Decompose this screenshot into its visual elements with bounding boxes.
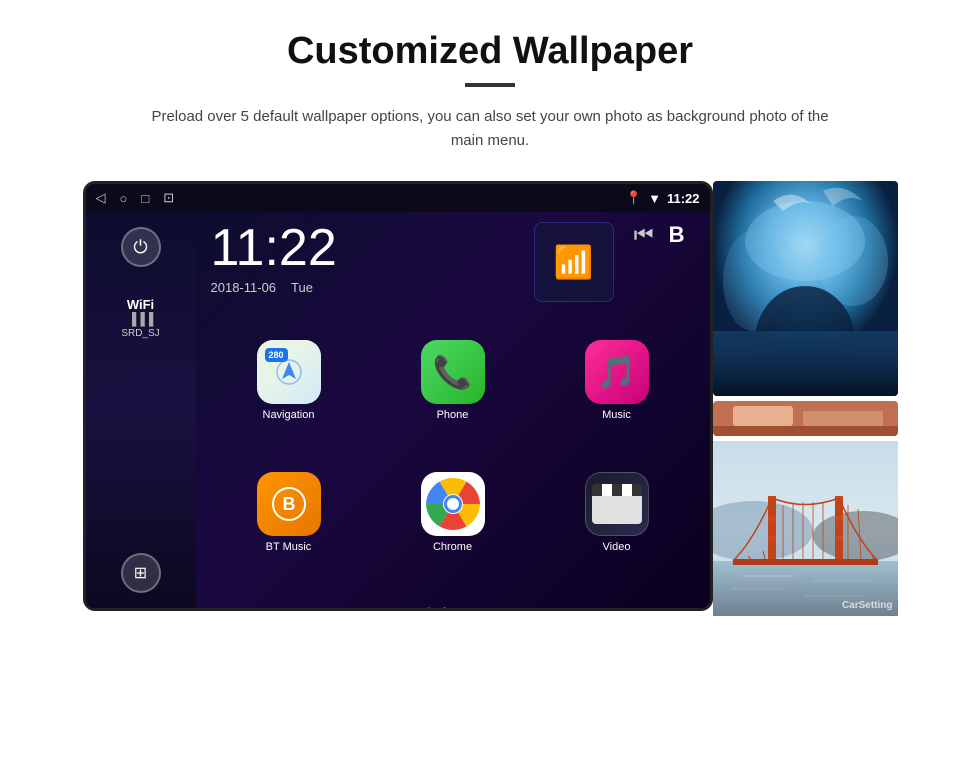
media-controls: ⏮ B <box>624 222 695 248</box>
wifi-bars-icon: ▐▐▐ <box>128 312 154 326</box>
wifi-widget[interactable]: 📶 <box>534 222 614 302</box>
device-mockup: ◁ ○ □ ⊡ 📍 ▼ 11:22 ⏻ <box>83 181 713 611</box>
media-track-label[interactable]: B <box>669 222 685 248</box>
ice-cave-image <box>713 181 898 396</box>
content-row: ◁ ○ □ ⊡ 📍 ▼ 11:22 ⏻ <box>60 181 920 616</box>
music-app-label: Music <box>602 409 631 421</box>
chrome-app-label: Chrome <box>433 541 472 553</box>
status-bar-left: ◁ ○ □ ⊡ <box>96 190 175 206</box>
chrome-app-icon <box>421 472 485 536</box>
wifi-info: WiFi ▐▐▐ SRD_SJ <box>121 297 159 339</box>
clock-date-value: 2018-11-06 <box>211 280 277 295</box>
power-icon: ⏻ <box>133 237 147 258</box>
wifi-signal-icon: 📶 <box>554 243 594 281</box>
widget-area: 📶 ⏮ B <box>534 222 695 302</box>
grid-icon: ⊞ <box>134 563 147 583</box>
sidebar: ⏻ WiFi ▐▐▐ SRD_SJ ⊞ <box>86 212 196 608</box>
app-item-music[interactable]: 🎵 Music <box>539 340 695 464</box>
video-app-icon <box>585 472 649 536</box>
page-description: Preload over 5 default wallpaper options… <box>140 105 840 153</box>
wallpaper-thumbnail-bridge[interactable]: CarSetting <box>713 441 898 616</box>
media-prev-icon[interactable]: ⏮ <box>634 222 654 248</box>
app-item-chrome[interactable]: Chrome <box>375 472 531 596</box>
svg-text:B: B <box>282 494 295 514</box>
status-bar-right: 📍 ▼ 11:22 <box>626 190 700 206</box>
recents-icon[interactable]: □ <box>141 191 149 206</box>
status-bar: ◁ ○ □ ⊡ 📍 ▼ 11:22 <box>86 184 710 212</box>
location-icon: 📍 <box>626 190 642 206</box>
center-content: 11:22 2018-11-06 Tue 📶 ⏮ <box>196 212 710 608</box>
app-item-phone[interactable]: 📞 Phone <box>375 340 531 464</box>
page-title: Customized Wallpaper <box>287 30 693 73</box>
page-container: Customized Wallpaper Preload over 5 defa… <box>0 0 980 758</box>
status-time: 11:22 <box>667 191 700 206</box>
wallpaper-stack: CarSetting <box>713 181 898 616</box>
wallpaper-thumbnail-ice[interactable] <box>713 181 898 396</box>
navigation-app-icon: 280 <box>257 340 321 404</box>
music-app-icon: 🎵 <box>585 340 649 404</box>
clock-time: 11:22 <box>211 222 514 274</box>
clapperboard <box>592 484 642 524</box>
watermark: Seicane <box>425 606 481 611</box>
app-item-navigation[interactable]: 280 Navigation <box>211 340 367 464</box>
car-setting-label: CarSetting <box>842 600 893 611</box>
app-grid: 280 Navigation 📞 <box>196 332 710 608</box>
app-item-video[interactable]: Video <box>539 472 695 596</box>
wallpaper-thumbnail-mini[interactable] <box>713 401 898 436</box>
apps-button[interactable]: ⊞ <box>121 553 161 593</box>
bt-music-app-label: BT Music <box>266 541 312 553</box>
android-main: ⏻ WiFi ▐▐▐ SRD_SJ ⊞ <box>86 212 710 608</box>
clock-date: 2018-11-06 Tue <box>211 280 514 295</box>
navigation-app-label: Navigation <box>263 409 315 421</box>
top-bar: 11:22 2018-11-06 Tue 📶 ⏮ <box>196 212 710 332</box>
back-arrow-icon[interactable]: ◁ <box>96 190 106 206</box>
wifi-network-name: SRD_SJ <box>121 328 159 339</box>
clock-day-value: Tue <box>291 280 313 295</box>
phone-app-label: Phone <box>437 409 469 421</box>
wifi-label: WiFi <box>127 297 154 312</box>
screenshot-icon[interactable]: ⊡ <box>163 190 174 206</box>
video-app-label: Video <box>603 541 631 553</box>
home-circle-icon[interactable]: ○ <box>120 191 128 206</box>
phone-app-icon: 📞 <box>421 340 485 404</box>
bt-music-app-icon: B <box>257 472 321 536</box>
power-button[interactable]: ⏻ <box>121 227 161 267</box>
clock-section: 11:22 2018-11-06 Tue <box>211 222 514 295</box>
title-divider <box>465 83 515 87</box>
app-item-bt-music[interactable]: B BT Music <box>211 472 367 596</box>
signal-icon: ▼ <box>648 191 661 206</box>
